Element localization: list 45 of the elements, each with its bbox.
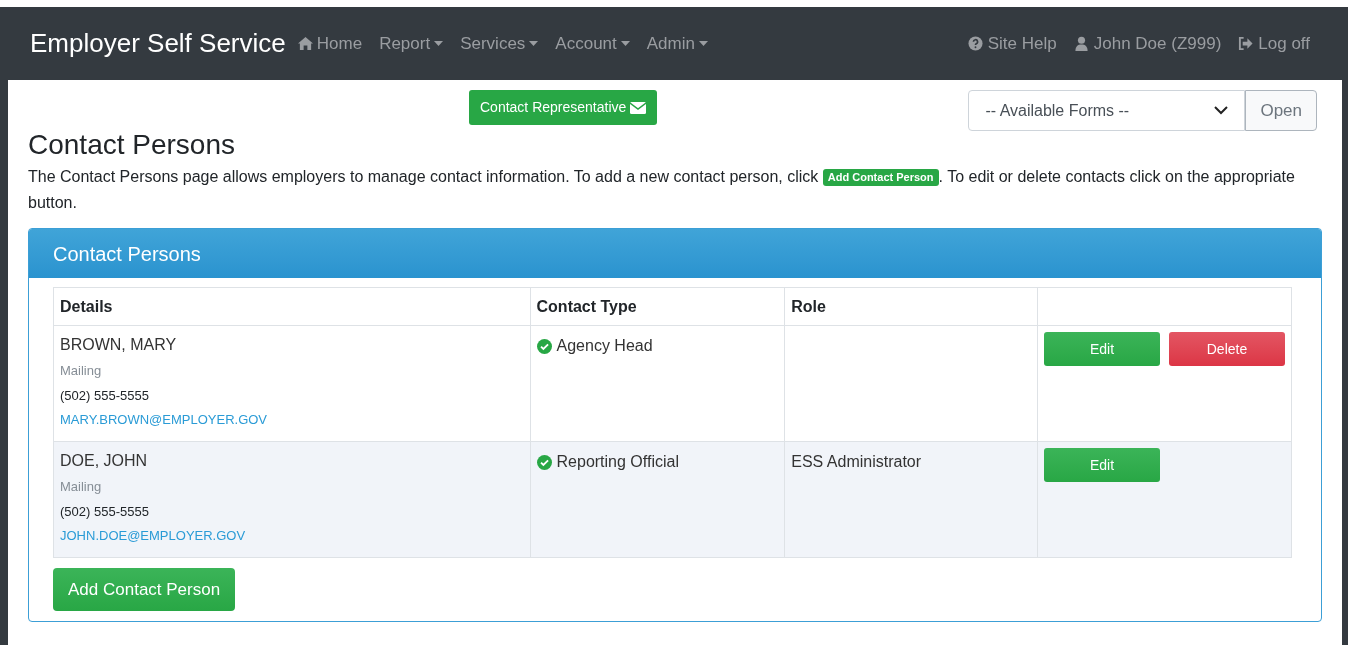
forms-select[interactable]: -- Available Forms -- [968,90,1246,131]
check-circle-icon [536,338,552,354]
log-off-icon [1238,36,1254,51]
caret-icon [529,41,539,46]
caret-icon [698,41,708,46]
edit-button[interactable]: Edit [1044,332,1160,366]
caret-icon [620,41,630,46]
nav-menu-item[interactable]: Services [460,30,539,57]
address-type: Mailing [60,478,103,496]
delete-button[interactable]: Delete [1169,332,1285,366]
nav-menu-item[interactable]: Account [555,30,630,57]
edit-button[interactable]: Edit [1044,448,1160,482]
help-icon [967,36,983,51]
contact-type: Agency Head [556,336,653,356]
phone-number: (502) 555-5555 [60,503,150,521]
nav-link[interactable]: Log off [1238,30,1310,57]
nav-link[interactable]: Site Help [967,30,1057,57]
column-header: Details [53,287,531,326]
address-type: Mailing [60,362,103,380]
contact-type: Reporting Official [556,452,679,472]
contact-name: DOE, JOHN [60,451,149,471]
check-circle-icon [536,454,552,470]
home-icon [297,36,313,51]
contact-name: BROWN, MARY [60,335,178,355]
envelope-icon [630,101,647,114]
open-button[interactable]: Open [1245,90,1317,131]
panel-header: Contact Persons [29,229,1321,278]
caret-icon [434,41,444,46]
user-icon [1073,36,1089,51]
chevron-down-icon [1214,106,1229,115]
brand-title[interactable]: Employer Self Service [30,24,286,63]
nav-menu-item[interactable]: Admin [646,30,708,57]
contact-representative-button[interactable]: Contact Representative [469,90,658,125]
page-description: The Contact Persons page allows employers to manage contact information. To add a new contact person, click Add Contact Person . To edit or delete contacts click on the appropriate button. [28,167,1296,213]
add-contact-person-button[interactable]: Add Contact Person [53,568,236,611]
email-link[interactable]: MARY.BROWN@EMPLOYER.GOV [60,408,524,432]
nav-link[interactable]: John Doe (Z999) [1073,30,1222,57]
column-header: Role [784,287,1038,326]
column-header: Contact Type [530,287,785,326]
phone-number: (502) 555-5555 [60,387,150,405]
nav-menu-item[interactable]: Report [379,30,444,57]
nav-menu-item[interactable]: Home [297,30,363,57]
email-link[interactable]: JOHN.DOE@EMPLOYER.GOV [60,524,524,548]
role-text: ESS Administrator [791,453,922,470]
page-heading: Contact Persons [28,128,236,162]
